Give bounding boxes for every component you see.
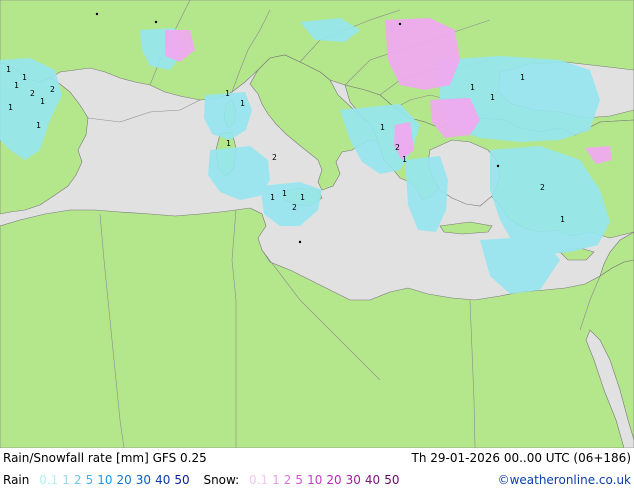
rain-legend-value: 40 [155, 473, 171, 487]
rain-legend-value: 50 [174, 473, 190, 487]
snow-legend-value: 20 [326, 473, 342, 487]
precip-marker: 1 [380, 123, 385, 132]
precip-marker: 1 [36, 121, 41, 130]
snow-legend-value: 0.1 [249, 473, 269, 487]
snow-legend-values: 0.1 1 2 5 10 20 30 40 50 [249, 473, 403, 487]
snow-legend-value: 2 [283, 473, 292, 487]
footer-row-legend: Rain 0.1 1 2 5 10 20 30 40 50 Snow: 0.1 1 2 5 10 20 30… [0, 473, 634, 493]
precip-marker: 1 [40, 97, 45, 106]
precipitation-map: 1112112111121 12112111121 [0, 0, 634, 448]
precip-marker: 2 [395, 143, 400, 152]
precip-marker: 1 [240, 99, 245, 108]
snow-legend-value: 40 [364, 473, 381, 487]
snow-legend-value: 5 [295, 473, 304, 487]
precip-marker: 1 [560, 215, 565, 224]
precip-marker: 1 [300, 193, 305, 202]
precip-marker: 1 [282, 189, 287, 198]
rain-legend-value: 10 [97, 473, 113, 487]
precip-marker: 1 [22, 73, 27, 82]
rain-legend-label: Rain [3, 473, 30, 487]
map-footer: Rain/Snowfall rate [mm] GFS 0.25 Th 29-0… [0, 448, 634, 490]
precip-marker: 1 [226, 139, 231, 148]
precip-marker: 2 [540, 183, 545, 192]
precip-marker: 2 [292, 203, 297, 212]
precip-marker: 2 [50, 85, 55, 94]
precip-marker: 1 [14, 81, 19, 90]
rain-legend-value: 2 [73, 473, 82, 487]
legend: Rain 0.1 1 2 5 10 20 30 40 50 Snow: 0.1 1 2 5 10 20 30… [3, 473, 409, 487]
snow-legend-value: 1 [272, 473, 280, 487]
precip-marker: 1 [520, 73, 525, 82]
rain-legend-value: 20 [116, 473, 132, 487]
snow-legend-value: 50 [384, 473, 400, 487]
precip-marker: 2 [272, 153, 277, 162]
precip-marker: 1 [402, 155, 407, 164]
credit-link[interactable]: ©weatheronline.co.uk [498, 473, 631, 487]
precip-marker: 1 [270, 193, 275, 202]
rain-legend-value: 1 [62, 473, 70, 487]
precip-marker: 1 [6, 65, 11, 74]
precip-marker: 1 [490, 93, 495, 102]
rain-legend-value: 0.1 [39, 473, 59, 487]
rain-legend-value: 5 [85, 473, 94, 487]
snow-legend-value: 30 [345, 473, 361, 487]
snow-legend-value: 10 [307, 473, 323, 487]
map-title: Rain/Snowfall rate [mm] GFS 0.25 [3, 451, 207, 465]
precip-marker: 1 [8, 103, 13, 112]
rain-legend-values: 0.1 1 2 5 10 20 30 40 50 [39, 473, 193, 487]
precip-marker: 2 [30, 89, 35, 98]
precip-marker: 1 [225, 89, 230, 98]
footer-row-title: Rain/Snowfall rate [mm] GFS 0.25 Th 29-0… [0, 451, 634, 471]
rain-legend-value: 30 [135, 473, 152, 487]
precip-marker: 1 [470, 83, 475, 92]
snow-legend-label: Snow: [203, 473, 240, 487]
valid-time: Th 29-01-2026 00..00 UTC (06+186) [411, 451, 631, 465]
